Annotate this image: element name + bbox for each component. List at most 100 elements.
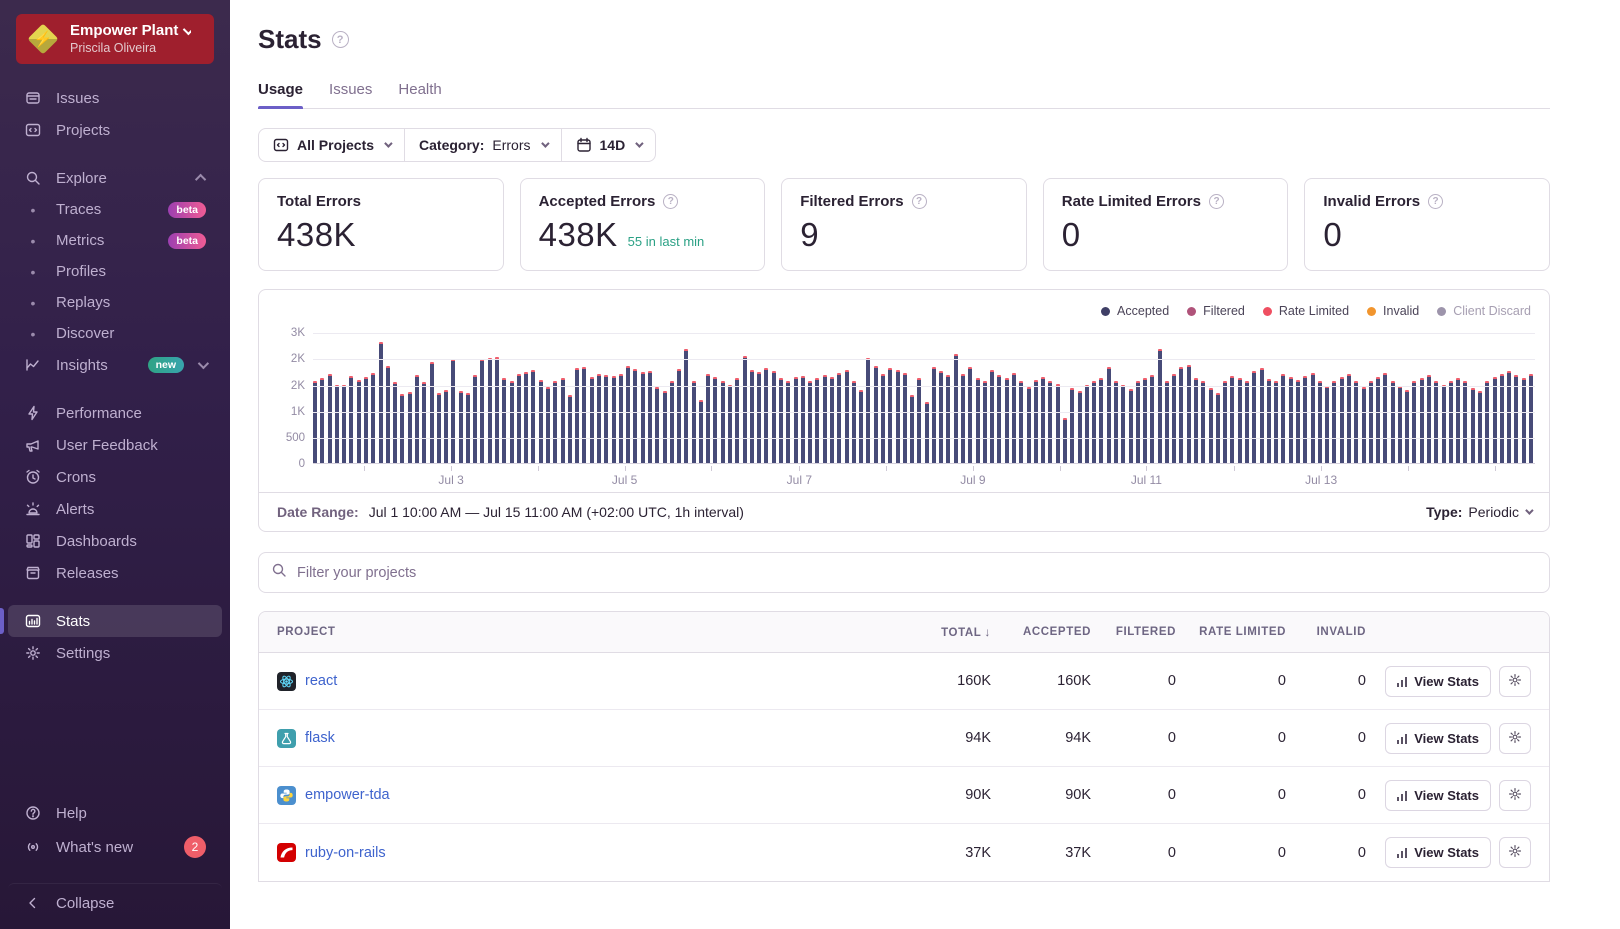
chart-bar[interactable]: [1405, 390, 1409, 463]
chart-bar[interactable]: [699, 400, 703, 463]
help-icon[interactable]: ?: [912, 194, 927, 209]
chart-bar[interactable]: [750, 370, 754, 463]
chart-bar[interactable]: [997, 375, 1001, 463]
chart-bar[interactable]: [1165, 381, 1169, 463]
chart-bar[interactable]: [1362, 387, 1366, 463]
chart-bar[interactable]: [1027, 387, 1031, 463]
chart-bar[interactable]: [582, 367, 586, 463]
chart-bar[interactable]: [735, 378, 739, 463]
chart-bar[interactable]: [328, 374, 332, 463]
chart-bar[interactable]: [1354, 381, 1358, 463]
chart-bar[interactable]: [1230, 376, 1234, 463]
chart-bar[interactable]: [553, 381, 557, 463]
sidebar-item-profiles[interactable]: •Profiles: [8, 256, 222, 287]
chart-bar[interactable]: [655, 387, 659, 463]
sidebar-item-discover[interactable]: •Discover: [8, 318, 222, 349]
chart-bar[interactable]: [1463, 381, 1467, 463]
chart-bar[interactable]: [1078, 391, 1082, 463]
chart-bar[interactable]: [794, 377, 798, 463]
org-switcher[interactable]: ⚡ Empower Plant Priscila Oliveira: [16, 14, 214, 64]
chart-bar[interactable]: [1500, 374, 1504, 463]
chart-bar[interactable]: [1005, 378, 1009, 463]
project-link[interactable]: empower-tda: [305, 787, 390, 803]
chart-bar[interactable]: [1099, 378, 1103, 463]
column-header-accepted[interactable]: ACCEPTED: [991, 626, 1091, 638]
chart-bar[interactable]: [1201, 381, 1205, 463]
chart-bar[interactable]: [896, 370, 900, 463]
column-header-project[interactable]: PROJECT: [277, 626, 886, 638]
chart-bar[interactable]: [364, 377, 368, 463]
project-filter[interactable]: All Projects: [259, 129, 404, 161]
chart-bar[interactable]: [1398, 386, 1402, 463]
chart-bar[interactable]: [1150, 375, 1154, 463]
chart-bar[interactable]: [386, 366, 390, 463]
chart-bar[interactable]: [1034, 380, 1038, 463]
help-icon[interactable]: ?: [1428, 194, 1443, 209]
search-input[interactable]: [297, 565, 1537, 581]
chart-bar[interactable]: [1471, 388, 1475, 463]
chart-bar[interactable]: [349, 376, 353, 463]
chart-bar[interactable]: [764, 368, 768, 463]
chart-bar[interactable]: [728, 385, 732, 463]
chart-bar[interactable]: [1325, 386, 1329, 463]
sidebar-item-stats[interactable]: Stats: [8, 605, 222, 637]
chart-bar[interactable]: [604, 375, 608, 463]
chart-bar[interactable]: [706, 374, 710, 463]
tab-usage[interactable]: Usage: [258, 81, 303, 108]
chart-bar[interactable]: [1434, 381, 1438, 463]
chart-bar[interactable]: [1056, 384, 1060, 464]
chart-bar[interactable]: [495, 357, 499, 463]
sidebar-item-traces[interactable]: •Tracesbeta: [8, 194, 222, 225]
chart-bar[interactable]: [845, 370, 849, 463]
chart-bar[interactable]: [1143, 378, 1147, 463]
chart-bar[interactable]: [910, 395, 914, 463]
column-header-filtered[interactable]: FILTERED: [1091, 626, 1176, 638]
chart-bar[interactable]: [488, 358, 492, 463]
chart-bar[interactable]: [917, 378, 921, 463]
sidebar-item-what-s-new[interactable]: What's new2: [8, 829, 222, 865]
sidebar-item-insights[interactable]: Insightsnew: [8, 349, 222, 381]
legend-item-client-discard[interactable]: Client Discard: [1437, 304, 1531, 318]
chart-bar[interactable]: [313, 381, 317, 463]
chart-bar[interactable]: [415, 375, 419, 463]
view-stats-button[interactable]: View Stats: [1385, 837, 1491, 868]
legend-item-rate-limited[interactable]: Rate Limited: [1263, 304, 1349, 318]
chart-bar[interactable]: [320, 378, 324, 463]
chart-bar[interactable]: [1048, 381, 1052, 463]
chart-bar[interactable]: [663, 391, 667, 463]
sidebar-item-projects[interactable]: Projects: [8, 114, 222, 146]
chart-bar[interactable]: [1369, 381, 1373, 463]
chart-bar[interactable]: [721, 381, 725, 463]
chart-bar[interactable]: [1420, 378, 1424, 463]
chart-bar[interactable]: [422, 382, 426, 463]
chart-bar[interactable]: [393, 382, 397, 463]
chart-bar[interactable]: [713, 377, 717, 463]
sidebar-item-settings[interactable]: Settings: [8, 637, 222, 669]
chart-bar[interactable]: [808, 381, 812, 463]
project-link[interactable]: flask: [305, 730, 335, 746]
chart-bar[interactable]: [473, 375, 477, 463]
chart-bar[interactable]: [1216, 393, 1220, 463]
chart-bar[interactable]: [932, 367, 936, 463]
chart-bar[interactable]: [1070, 388, 1074, 463]
chart-bar[interactable]: [1129, 389, 1133, 463]
chart-bar[interactable]: [1267, 379, 1271, 463]
chart-bar[interactable]: [1427, 375, 1431, 463]
chart-bar[interactable]: [830, 377, 834, 463]
chart-bar[interactable]: [990, 370, 994, 463]
chart-bar[interactable]: [546, 387, 550, 463]
sidebar-item-user-feedback[interactable]: User Feedback: [8, 429, 222, 461]
sidebar-item-replays[interactable]: •Replays: [8, 287, 222, 318]
chart-bar[interactable]: [502, 378, 506, 463]
chart-bar[interactable]: [1187, 365, 1191, 463]
view-stats-button[interactable]: View Stats: [1385, 723, 1491, 754]
chart-bar[interactable]: [510, 381, 514, 463]
chart-bar[interactable]: [866, 358, 870, 463]
sidebar-item-releases[interactable]: Releases: [8, 557, 222, 589]
chart-bar[interactable]: [1085, 385, 1089, 463]
category-filter[interactable]: Category: Errors: [404, 129, 560, 161]
chart-bar[interactable]: [1274, 381, 1278, 463]
chart-bar[interactable]: [342, 385, 346, 463]
help-icon[interactable]: ?: [1209, 194, 1224, 209]
chart-bar[interactable]: [1347, 374, 1351, 463]
